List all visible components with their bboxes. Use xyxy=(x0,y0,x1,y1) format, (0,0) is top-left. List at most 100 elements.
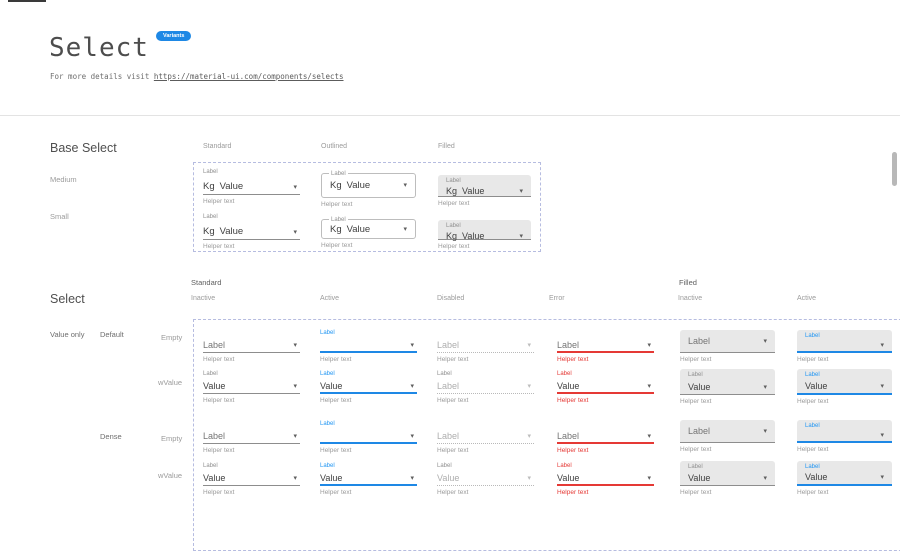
col-header-filled-active: Active xyxy=(797,295,816,302)
dropdown-arrow-icon: ▾ xyxy=(763,427,767,436)
helper-text: Helper text xyxy=(680,446,775,453)
select-dense-std-active-value[interactable]: Label Value ▾ Helper text xyxy=(320,460,417,496)
select-std-active-value[interactable]: Label Value ▾ Helper text xyxy=(320,368,417,404)
dropdown-arrow-icon: ▾ xyxy=(293,432,297,441)
dropdown-arrow-icon: ▾ xyxy=(527,432,531,441)
dropdown-arrow-icon: ▾ xyxy=(880,473,884,482)
select-dense-std-error-empty[interactable]: Label ▾ Helper text xyxy=(557,418,654,454)
select-input: Label Value ▾ xyxy=(680,369,775,395)
select-label-slot xyxy=(203,418,300,429)
select-dense-filled-active-value[interactable]: Label Value ▾ Helper text xyxy=(797,461,892,496)
row-label-medium: Medium xyxy=(50,175,77,184)
select-input: Label KgValue ▾ xyxy=(438,175,531,197)
select-input: Label Value ▾ xyxy=(797,369,892,395)
helper-text: Helper text xyxy=(680,489,775,496)
col-header-filled-inactive: Inactive xyxy=(678,295,702,302)
dropdown-arrow-icon: ▾ xyxy=(880,431,884,440)
intro-text: For more details visit xyxy=(50,72,149,81)
select-input: ▾ xyxy=(320,338,417,353)
select-dense-filled-active-empty[interactable]: Label ▾ Helper text xyxy=(797,420,892,453)
base-select-outlined-small[interactable]: Label KgValue ▾ Helper text xyxy=(321,213,416,249)
select-value: Value xyxy=(557,381,579,391)
select-label: Label xyxy=(805,371,884,380)
base-select-filled-small[interactable]: Label KgValue ▾ Helper text xyxy=(438,220,531,250)
select-label-slot xyxy=(437,327,534,338)
select-dense-filled-inactive-value[interactable]: Label Value ▾ Helper text xyxy=(680,461,775,496)
base-select-standard-small[interactable]: Label KgValue ▾ Helper text xyxy=(203,211,300,250)
helper-text: Helper text xyxy=(320,447,417,454)
select-input: Label KgValue ▾ xyxy=(438,220,531,240)
select-filled-inactive-value[interactable]: Label Value ▾ Helper text xyxy=(680,369,775,405)
docs-link[interactable]: https://material-ui.com/components/selec… xyxy=(154,72,344,81)
col-header-standard: Standard xyxy=(203,143,231,150)
select-value: Value xyxy=(347,180,371,191)
select-label: Label xyxy=(805,332,884,341)
select-input: Label KgValue ▾ xyxy=(321,173,416,198)
select-dense-std-inactive-value[interactable]: Label Value ▾ Helper text xyxy=(203,460,300,496)
select-std-inactive-value[interactable]: Label Value ▾ Helper text xyxy=(203,368,300,404)
top-edge-mark xyxy=(8,0,46,2)
helper-text: Helper text xyxy=(438,200,531,207)
select-value: Value xyxy=(437,473,459,483)
select-std-error-empty[interactable]: Label ▾ Helper text xyxy=(557,327,654,363)
select-input: Label ▾ xyxy=(680,420,775,443)
select-label: Label xyxy=(557,368,654,379)
helper-text: Helper text xyxy=(557,489,654,496)
select-label-slot xyxy=(557,418,654,429)
adornment: Kg xyxy=(330,180,342,191)
select-input: KgValue ▾ xyxy=(203,222,300,240)
dropdown-arrow-icon: ▾ xyxy=(293,474,297,483)
adornment: Kg xyxy=(446,231,457,241)
select-filled-inactive-empty[interactable]: Label ▾ Helper text xyxy=(680,330,775,363)
select-std-active-empty[interactable]: Label ▾ Helper text xyxy=(320,327,417,363)
helper-text: Helper text xyxy=(320,489,417,496)
select-filled-active-empty[interactable]: Label ▾ Helper text xyxy=(797,330,892,363)
select-label: Label xyxy=(688,463,767,472)
base-select-standard-medium[interactable]: Label KgValue ▾ Helper text xyxy=(203,166,300,205)
select-dense-std-active-empty[interactable]: Label ▾ Helper text xyxy=(320,418,417,454)
select-std-error-value[interactable]: Label Value ▾ Helper text xyxy=(557,368,654,404)
select-value: Value xyxy=(557,473,579,483)
base-select-outlined-medium[interactable]: Label KgValue ▾ Helper text xyxy=(321,167,416,208)
row-group-label: Value only xyxy=(50,330,84,339)
select-input: Value ▾ xyxy=(203,379,300,394)
dropdown-arrow-icon: ▾ xyxy=(403,225,407,234)
select-input: Label ▾ xyxy=(557,429,654,444)
select-label: Label xyxy=(446,222,523,231)
select-label-slot xyxy=(437,418,534,429)
variants-badge: Variants xyxy=(156,31,191,41)
select-input: Label ▾ xyxy=(437,338,534,353)
select-label: Label xyxy=(329,216,348,224)
helper-text: Helper text xyxy=(797,446,892,453)
select-value: Value xyxy=(203,381,225,391)
adornment: Kg xyxy=(446,186,457,196)
select-placeholder: Label xyxy=(688,426,710,436)
select-value-row: Value ▾ xyxy=(688,473,767,483)
select-input: Label KgValue ▾ xyxy=(321,219,416,239)
row-label-small: Small xyxy=(50,212,69,221)
select-label: Label xyxy=(320,460,417,471)
select-filled-active-value[interactable]: Label Value ▾ Helper text xyxy=(797,369,892,405)
select-placeholder: Label xyxy=(203,340,225,350)
select-input: KgValue ▾ xyxy=(203,177,300,195)
select-value-group: KgValue xyxy=(203,227,243,237)
row-label-empty: Empty xyxy=(161,333,182,342)
select-std-inactive-empty[interactable]: Label ▾ Helper text xyxy=(203,327,300,363)
scrollbar-thumb[interactable] xyxy=(892,152,897,186)
dropdown-arrow-icon: ▾ xyxy=(519,232,523,241)
select-dense-std-inactive-empty[interactable]: Label ▾ Helper text xyxy=(203,418,300,454)
col-header-std-error: Error xyxy=(549,295,565,302)
col-header-std-inactive: Inactive xyxy=(191,295,215,302)
row-set-dense: Dense xyxy=(100,432,122,441)
select-dense-filled-inactive-empty[interactable]: Label ▾ Helper text xyxy=(680,420,775,453)
select-label-slot xyxy=(203,327,300,338)
base-select-heading: Base Select xyxy=(50,141,117,155)
select-placeholder: Label xyxy=(203,431,225,441)
select-value: Value xyxy=(462,186,484,196)
group-header-standard: Standard xyxy=(191,278,221,287)
helper-text: Helper text xyxy=(557,356,654,363)
base-select-filled-medium[interactable]: Label KgValue ▾ Helper text xyxy=(438,175,531,207)
select-label: Label xyxy=(203,368,300,379)
select-input: Value ▾ xyxy=(437,471,534,486)
select-dense-std-error-value[interactable]: Label Value ▾ Helper text xyxy=(557,460,654,496)
